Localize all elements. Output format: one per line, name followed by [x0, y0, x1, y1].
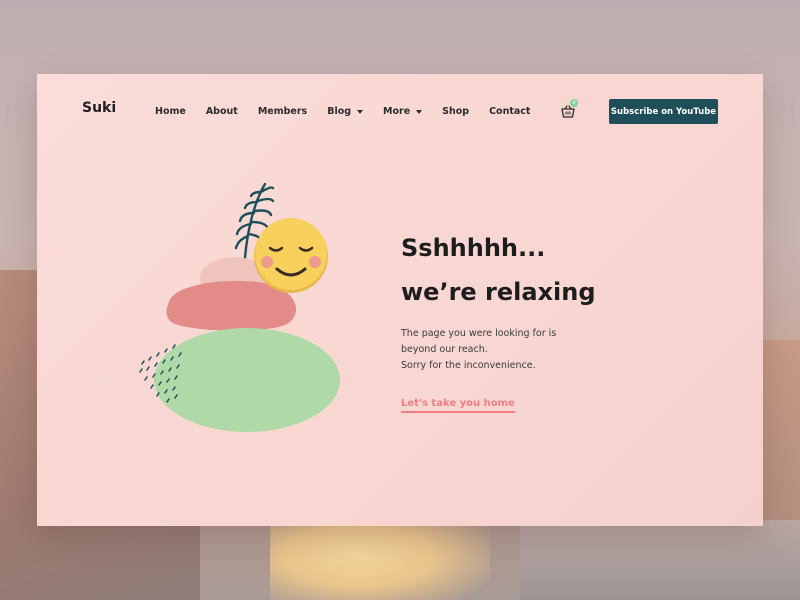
description-line-2: beyond our reach. — [401, 344, 488, 355]
cart-button[interactable]: 0 — [561, 99, 578, 118]
site-logo[interactable]: Suki — [82, 100, 116, 116]
nav-more-label: More — [383, 106, 411, 117]
nav-about-label: About — [205, 106, 238, 117]
nav-shop-label: Shop — [442, 106, 470, 117]
headline-line-2: we’re relaxing — [401, 278, 596, 306]
nav-item-contact[interactable]: Contact — [489, 106, 530, 117]
nav-members-label: Members — [257, 106, 308, 117]
take-me-home-link[interactable]: Let's take you home — [401, 398, 515, 413]
green-stone — [154, 328, 340, 432]
nav-item-blog[interactable]: Blog — [327, 106, 364, 117]
description-line-1: The page you were looking for is — [401, 328, 557, 339]
cart-count-badge: 0 — [570, 99, 578, 107]
nav-item-members[interactable]: Members — [258, 106, 307, 117]
nav-item-shop[interactable]: Shop — [442, 106, 469, 117]
nav-item-about[interactable]: About — [206, 106, 238, 117]
headline-line-1: Sshhhhh... — [401, 234, 546, 262]
nav-contact-label: Contact — [489, 106, 531, 117]
page-card: Suki Home About Members Blog More Shop C… — [37, 74, 763, 526]
nav-item-more[interactable]: More — [383, 106, 423, 117]
page-title: Sshhhhh... we’re relaxing — [401, 226, 731, 314]
relieved-face-icon — [254, 218, 328, 293]
background-sunlit-dune — [270, 520, 490, 600]
nav-item-home[interactable]: Home — [155, 106, 186, 117]
relaxing-illustration — [139, 182, 340, 432]
chevron-down-icon — [416, 109, 423, 114]
main-nav: Home About Members Blog More Shop Contac… — [155, 106, 550, 117]
subscribe-youtube-button[interactable]: Subscribe on YouTube — [609, 99, 718, 124]
nav-blog-label: Blog — [327, 106, 352, 117]
description-line-3: Sorry for the inconvenience. — [401, 360, 536, 371]
chevron-down-icon — [357, 109, 364, 114]
background-haze — [520, 520, 800, 600]
error-description: The page you were looking for is beyond … — [401, 326, 641, 374]
nav-home-label: Home — [155, 106, 186, 117]
